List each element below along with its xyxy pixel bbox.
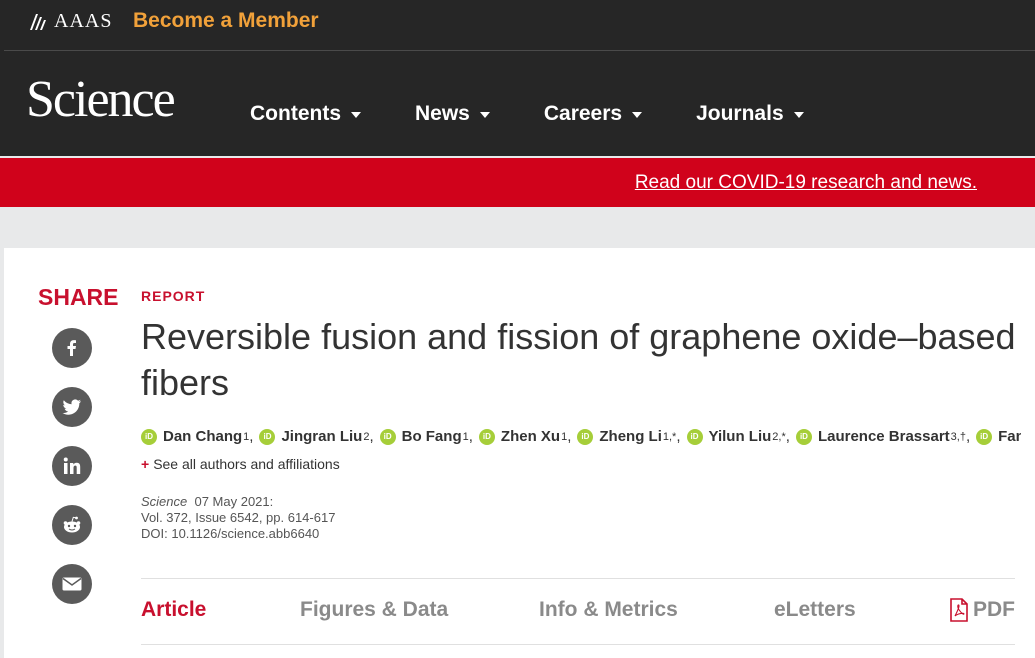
orcid-icon[interactable]: iD: [976, 428, 993, 445]
twitter-icon: [62, 399, 81, 415]
volume-info: Vol. 372, Issue 6542, pp. 614-617: [141, 510, 336, 525]
nav-label: Journals: [696, 102, 784, 125]
author-separator: ,: [676, 428, 681, 445]
tabs-top-divider: [141, 578, 1015, 579]
plus-icon: +: [141, 456, 150, 472]
author-affiliation: 1,*: [662, 430, 677, 443]
publish-date: 07 May 2021:: [194, 494, 274, 509]
author-link[interactable]: iD Bo Fang 1: [379, 428, 469, 445]
article-card: [4, 248, 1035, 658]
science-logo[interactable]: Science: [26, 74, 176, 126]
author-link[interactable]: iD Zhen Xu 1: [478, 428, 567, 445]
reddit-icon: [63, 516, 81, 533]
tabs-bottom-divider: [141, 644, 1015, 645]
aaas-text: AAAS: [54, 10, 113, 32]
orcid-icon[interactable]: iD: [478, 428, 495, 445]
tab-eletters[interactable]: eLetters: [774, 598, 856, 622]
author-name: Bo Fang: [401, 428, 462, 445]
twitter-share-button[interactable]: [52, 387, 92, 427]
caret-down-icon: [351, 112, 361, 118]
citation-line: Science 07 May 2021:: [141, 494, 335, 510]
email-icon: [62, 577, 82, 591]
author-link[interactable]: iD Yilun Liu 2,*: [686, 428, 786, 445]
reddit-share-button[interactable]: [52, 505, 92, 545]
nav-contents[interactable]: Contents: [250, 102, 361, 126]
author-name: Zheng Li: [599, 428, 662, 445]
author-separator: ,: [785, 428, 790, 445]
email-share-button[interactable]: [52, 564, 92, 604]
author-link[interactable]: iD Dan Chang 1: [141, 428, 249, 445]
orcid-icon[interactable]: iD: [795, 428, 812, 445]
become-member-link[interactable]: Become a Member: [133, 9, 319, 33]
author-name: Dan Chang: [163, 428, 243, 445]
author-name: Laurence Brassart: [817, 428, 950, 445]
nav-label: News: [415, 102, 470, 125]
see-all-label: See all authors and affiliations: [153, 456, 340, 472]
aaas-mark-icon: [30, 13, 46, 30]
orcid-icon[interactable]: iD: [686, 428, 703, 445]
doi[interactable]: DOI: 10.1126/science.abb6640: [141, 526, 335, 542]
citation-meta: Science 07 May 2021: Vol. 372, Issue 654…: [141, 494, 335, 542]
author-list: iD Dan Chang 1, iD Jingran Liu 2, iD Bo Fang 1…: [141, 428, 1021, 445]
tab-article[interactable]: Article: [141, 598, 206, 622]
tab-figures-data[interactable]: Figures & Data: [300, 598, 448, 622]
main-nav: Contents News Careers Journals: [250, 102, 858, 126]
tab-info-metrics[interactable]: Info & Metrics: [539, 598, 678, 622]
share-label: SHARE: [38, 284, 119, 310]
caret-down-icon: [632, 112, 643, 118]
article-title: Reversible fusion and fission of graphen…: [141, 316, 1016, 403]
author-separator: ,: [965, 428, 971, 445]
author-link[interactable]: iD Zheng Li 1,*: [577, 428, 676, 445]
tab-pdf[interactable]: PDF: [949, 598, 1015, 622]
author-separator: ,: [468, 428, 473, 445]
nav-label: Contents: [250, 102, 341, 125]
pdf-icon: [950, 598, 968, 622]
linkedin-share-button[interactable]: [52, 446, 92, 486]
author-name: Jingran Liu: [281, 428, 363, 445]
author-link[interactable]: iD Fan ...: [976, 428, 1021, 445]
author-name: Zhen Xu: [500, 428, 561, 445]
facebook-icon: [67, 340, 76, 356]
author-separator: ,: [567, 428, 572, 445]
covid-link[interactable]: Read our COVID-19 research and news.: [635, 172, 977, 194]
author-link[interactable]: iD Jingran Liu 2: [259, 428, 369, 445]
nav-label: Careers: [543, 102, 623, 125]
orcid-icon[interactable]: iD: [259, 428, 276, 445]
see-all-authors-toggle[interactable]: + See all authors and affiliations: [141, 456, 340, 472]
author-name: Fan ...: [998, 428, 1021, 445]
author-name: Yilun Liu: [708, 428, 772, 445]
caret-down-icon: [479, 112, 490, 118]
author-affiliation: 3,†: [950, 430, 966, 443]
orcid-icon[interactable]: iD: [577, 428, 594, 445]
nav-journals[interactable]: Journals: [696, 102, 804, 126]
facebook-share-button[interactable]: [52, 328, 92, 368]
author-affiliation: 2,*: [772, 430, 786, 443]
pdf-label: PDF: [973, 598, 1015, 621]
author-separator: ,: [249, 428, 254, 445]
nav-careers[interactable]: Careers: [543, 102, 643, 126]
journal-name: Science: [141, 494, 188, 509]
author-separator: ,: [369, 428, 374, 445]
article-type-label: REPORT: [141, 288, 206, 304]
header-divider: [4, 50, 1035, 51]
author-link[interactable]: iD Laurence Brassart 3,†: [795, 428, 966, 445]
linkedin-icon: [63, 457, 81, 474]
orcid-icon[interactable]: iD: [141, 428, 157, 445]
aaas-logo[interactable]: AAAS: [28, 10, 112, 33]
orcid-icon[interactable]: iD: [379, 428, 396, 445]
nav-news[interactable]: News: [415, 102, 490, 126]
caret-down-icon: [793, 112, 804, 118]
